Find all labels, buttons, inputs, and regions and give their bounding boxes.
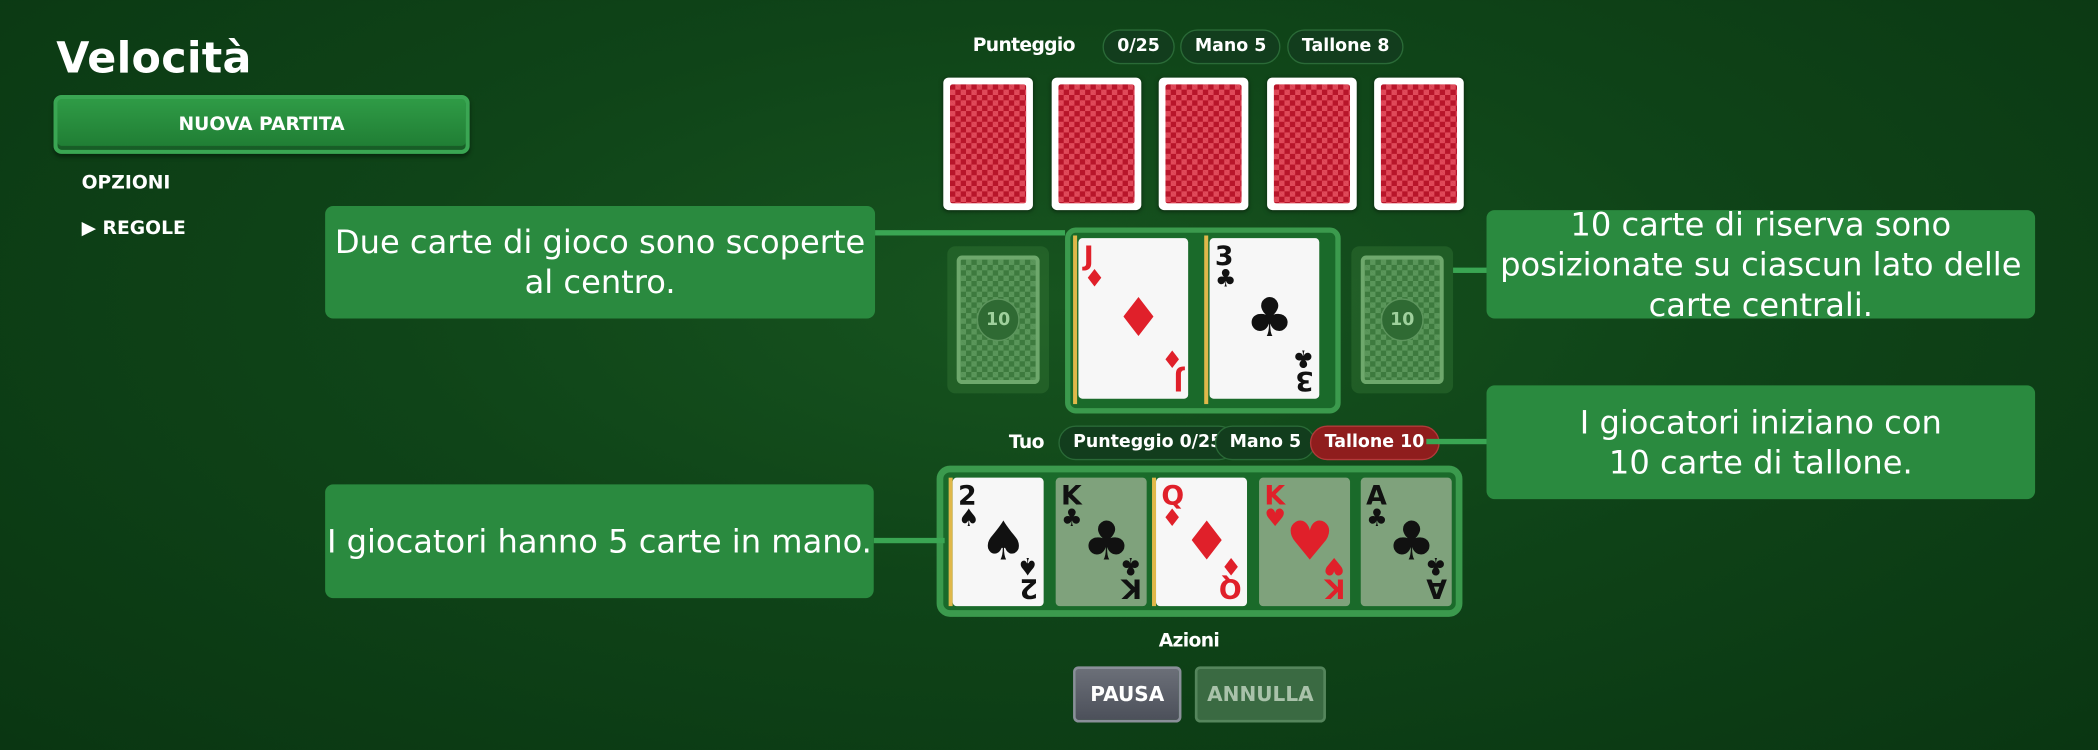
card-suit-center-icon: ♣	[1245, 287, 1294, 350]
connector-center	[875, 230, 1066, 236]
options-link[interactable]: OPZIONI	[82, 173, 171, 194]
right-reserve-pile[interactable]: 10	[1351, 246, 1454, 394]
card-rank: K	[1323, 572, 1345, 605]
card-suit-icon: ♠	[958, 504, 980, 533]
callout-reserve: 10 carte di riserva sono posizionate su …	[1486, 205, 2036, 323]
card-rank: 3	[1295, 365, 1314, 398]
connector-hand	[873, 537, 945, 544]
card-rank: K	[1120, 572, 1142, 605]
opponent-card-back	[1266, 77, 1357, 211]
card-suit-icon: ♣	[1061, 504, 1083, 533]
player-hand-card[interactable]: A ♣ ♣ ♣ A	[1360, 477, 1452, 607]
player-hand-card[interactable]: 2 ♠ ♠ ♠ 2	[952, 477, 1044, 607]
left-reserve-count: 10	[976, 298, 1020, 342]
app-title: Velocità	[56, 32, 252, 83]
rules-toggle[interactable]: ▶ REGOLE	[82, 218, 186, 239]
card-suit-center-icon: ♦	[1114, 287, 1163, 350]
player-name-label: Tuo	[1008, 432, 1045, 454]
pause-button[interactable]: PAUSA	[1073, 666, 1182, 723]
callout-deck: I giocatori iniziano con 10 carte di tal…	[1486, 385, 2036, 500]
center-card[interactable]: 3 ♣ ♣ ♣ 3	[1209, 238, 1320, 399]
player-hand-card[interactable]: K ♥ ♥ ♥ K	[1259, 477, 1351, 607]
card-suit-icon: ♦	[1161, 504, 1183, 533]
player-score-pill: Punteggio 0/25	[1058, 425, 1237, 461]
center-card[interactable]: J ♦ ♦ ♦ J	[1078, 238, 1189, 399]
card-rank: J	[1172, 365, 1183, 398]
card-suit-icon: ♣	[1366, 504, 1388, 533]
callout-center-cards: Due carte di gioco sono scoperte al cent…	[325, 206, 876, 319]
card-suit-icon: ♥	[1264, 504, 1287, 533]
callout-hand: I giocatori hanno 5 carte in mano.	[325, 484, 874, 599]
opponent-card-back	[1050, 77, 1141, 211]
new-game-button[interactable]: NUOVA PARTITA	[53, 94, 470, 154]
opponent-deck-pill: Tallone 8	[1287, 29, 1405, 65]
connector-deck	[1426, 438, 1487, 445]
player-hand-card[interactable]: Q ♦ ♦ ♦ Q	[1156, 477, 1248, 607]
player-hand-pill: Mano 5	[1214, 425, 1316, 461]
opponent-card-back	[943, 77, 1033, 211]
opponent-card-back	[1158, 77, 1249, 211]
opponent-card-back	[1374, 77, 1464, 211]
right-reserve-count: 10	[1380, 298, 1424, 342]
player-deck-pill: Tallone 10	[1309, 425, 1440, 461]
left-reserve-pile[interactable]: 10	[947, 246, 1049, 394]
opponent-score-pill: 0/25	[1102, 29, 1175, 65]
undo-button[interactable]: ANNULLA	[1194, 666, 1326, 723]
player-hand-card[interactable]: K ♣ ♣ ♣ K	[1055, 477, 1147, 607]
opponent-score-label: Punteggio	[972, 34, 1076, 57]
card-suit-icon: ♣	[1214, 264, 1237, 294]
card-rank: Q	[1218, 572, 1242, 605]
card-rank: 2	[1019, 572, 1039, 605]
opponent-hand-pill: Mano 5	[1180, 29, 1282, 65]
card-suit-icon: ♦	[1083, 264, 1106, 294]
actions-label: Azioni	[1158, 630, 1220, 652]
connector-reserve	[1453, 267, 1487, 273]
card-rank: A	[1425, 572, 1447, 605]
